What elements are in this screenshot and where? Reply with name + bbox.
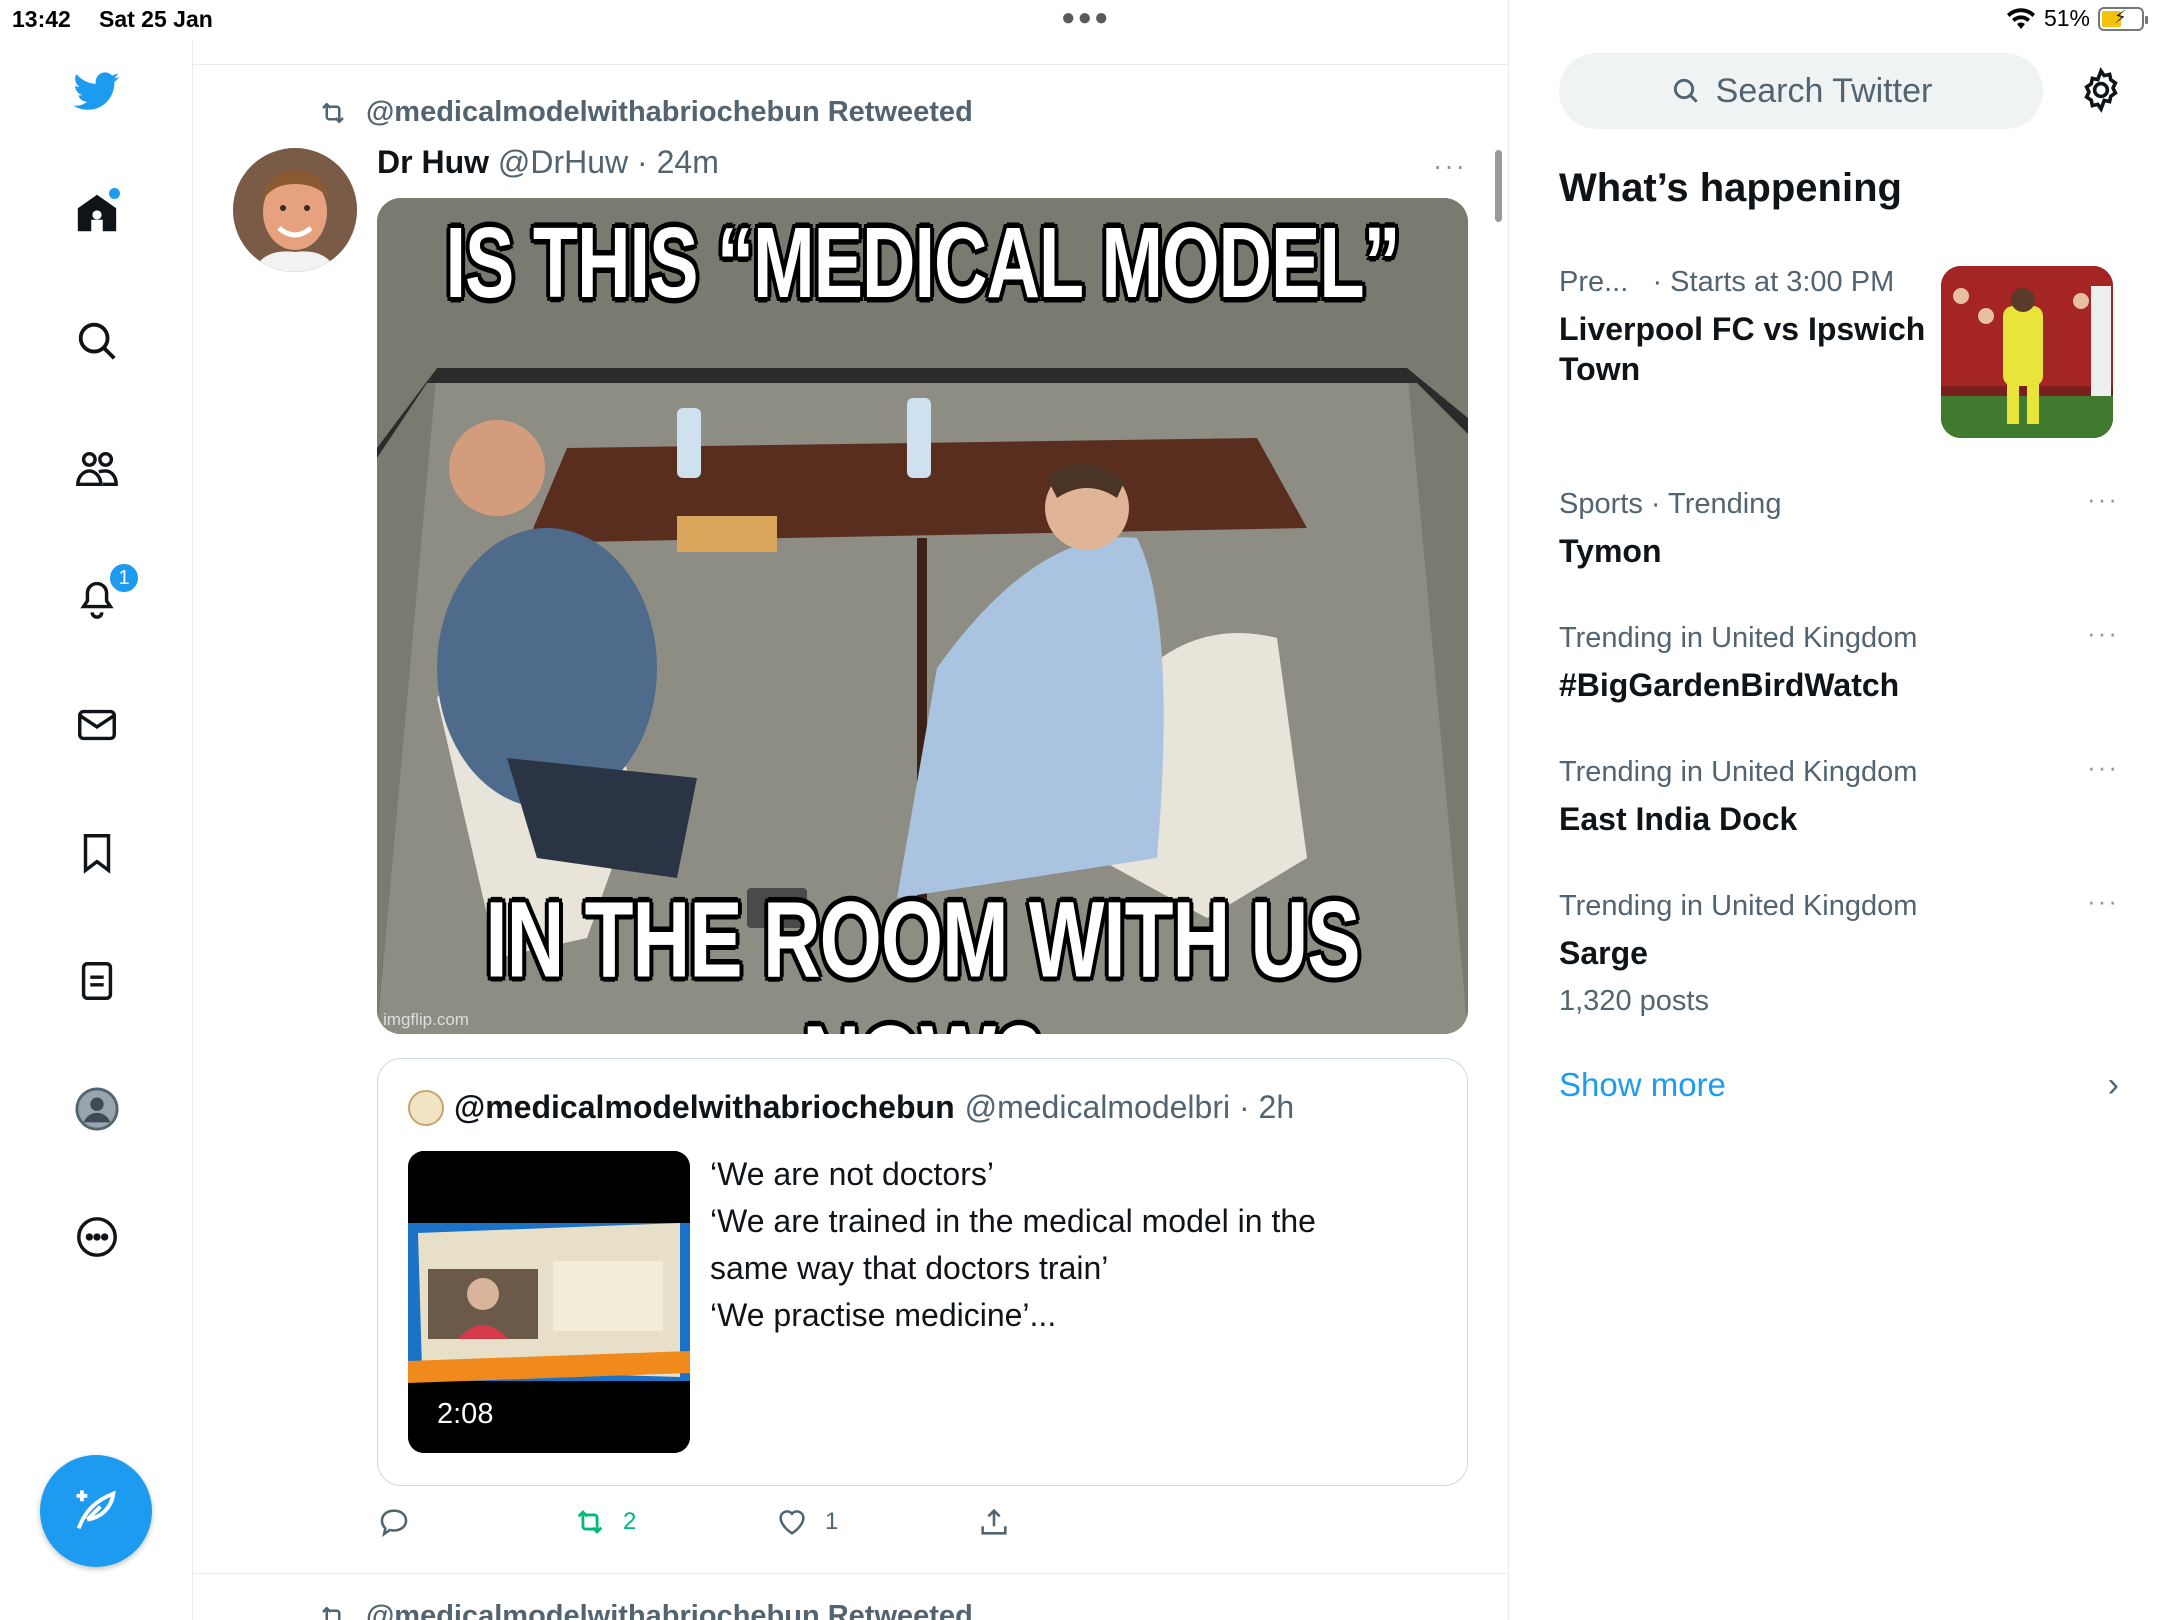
trend-meta: Pre... · Starts at 3:00 PM [1559, 266, 1895, 298]
next-retweet-context[interactable]: @medicalmodelwithabriochebun Retweeted [316, 1600, 973, 1620]
reply-button[interactable] [377, 1505, 411, 1539]
tweet-actions: 2 1 [377, 1505, 1468, 1549]
twitter-logo-icon[interactable] [66, 60, 128, 122]
quoted-text-line: ‘We are not doctors’ [710, 1156, 994, 1192]
more-options-icon[interactable] [66, 1206, 128, 1268]
trend-more-icon[interactable]: ··· [2087, 618, 2119, 649]
show-more-label: Show more [1559, 1066, 1726, 1103]
search-icon [1673, 78, 1698, 103]
retweet-icon [322, 101, 344, 124]
profile-avatar-icon[interactable] [66, 1078, 128, 1140]
tweet-time[interactable]: · 24m [637, 144, 719, 180]
communities-icon[interactable] [66, 438, 128, 500]
quoted-text-line: same way that doctors train’ [710, 1250, 1109, 1286]
meme-bottom-caption: IN THE ROOM WITH US NOW? [485, 879, 1360, 1034]
heart-icon [779, 1510, 805, 1535]
next-retweeted-by-text: @medicalmodelwithabriochebun Retweeted [366, 1600, 973, 1620]
scrollbar-thumb[interactable] [1495, 150, 1502, 222]
lists-icon[interactable] [66, 950, 128, 1012]
quoted-author-name: @medicalmodelwithabriochebun [454, 1089, 955, 1125]
like-count: 1 [825, 1508, 839, 1535]
author-name[interactable]: Dr Huw [377, 144, 489, 180]
trend-meta: Trending in United Kingdom [1559, 756, 1918, 788]
trend-post-count: 1,320 posts [1559, 985, 1709, 1017]
trend-item[interactable]: Trending in United Kingdom Sarge 1,320 p… [1559, 886, 2119, 1018]
trend-title: Liverpool FC vs Ipswich Town [1559, 311, 1926, 387]
retweet-count: 2 [623, 1508, 637, 1535]
trend-title: Tymon [1559, 533, 1662, 569]
quoted-text-line: ‘We are trained in the medical model in … [710, 1203, 1316, 1239]
whats-happening-heading: What’s happening [1559, 166, 1902, 210]
quoted-text-line: ‘We practise medicine’... [710, 1297, 1057, 1333]
video-duration: 2:08 [437, 1398, 494, 1430]
retweeted-by-text: @medicalmodelwithabriochebun Retweeted [366, 96, 973, 128]
notifications-bell-icon[interactable]: 1 [66, 562, 140, 628]
show-more-link[interactable]: Show more › [1559, 1066, 2119, 1104]
trend-more-icon[interactable]: ··· [2087, 752, 2119, 783]
tweet-header: Dr Huw @DrHuw · 24m [377, 144, 719, 181]
quoted-video-thumbnail[interactable]: 2:08 [408, 1151, 690, 1453]
meme-top-caption: IS THIS “MEDICAL MODEL” [445, 206, 1400, 319]
status-time: 13:42 [12, 6, 71, 32]
retweet-icon [322, 1605, 341, 1620]
like-button[interactable]: 1 [775, 1505, 838, 1539]
trend-thumbnail-image[interactable] [1941, 266, 2113, 438]
search-placeholder: Search Twitter [1715, 71, 1933, 110]
retweet-icon [577, 1510, 603, 1534]
quoted-author-handle: @medicalmodelbri · 2h [964, 1089, 1295, 1125]
right-sidebar: Search Twitter What’s happening Pre... ·… [1509, 0, 2160, 1620]
bookmark-icon[interactable] [66, 822, 128, 884]
trend-title: East India Dock [1559, 801, 1798, 837]
settings-gear-icon[interactable] [2077, 66, 2125, 114]
trend-meta: Sports · Trending [1559, 488, 1782, 520]
trend-title: Sarge [1559, 935, 1648, 971]
home-unread-dot [109, 188, 120, 199]
left-nav: 1 [0, 40, 193, 1620]
author-avatar[interactable] [233, 148, 357, 272]
trend-item[interactable]: Trending in United Kingdom East India Do… [1559, 752, 2119, 839]
tweet-media-image[interactable]: IS THIS “MEDICAL MODEL” IN THE ROOM WITH… [377, 198, 1468, 1034]
quoted-tweet-text: ‘We are not doctors’ ‘We are trained in … [710, 1151, 1410, 1339]
author-handle[interactable]: @DrHuw [498, 144, 628, 180]
trend-more-icon[interactable]: ··· [2087, 886, 2119, 917]
quoted-tweet[interactable]: @medicalmodelwithabriochebun @medicalmod… [377, 1058, 1468, 1486]
messages-mail-icon[interactable] [66, 694, 128, 756]
quoted-tweet-header: @medicalmodelwithabriochebun @medicalmod… [408, 1089, 1294, 1126]
trend-item[interactable]: Sports · Trending Tymon ··· [1559, 484, 2119, 571]
trend-meta: Trending in United Kingdom [1559, 890, 1918, 922]
compose-tweet-button[interactable] [40, 1455, 152, 1567]
tweet-more-icon[interactable]: ··· [1433, 150, 1467, 182]
quoted-author-avatar [408, 1089, 444, 1126]
timeline: @medicalmodelwithabriochebun Retweeted D… [193, 0, 1509, 1620]
trend-more-icon[interactable]: ··· [2087, 484, 2119, 515]
trend-title: #BigGardenBirdWatch [1559, 667, 1900, 703]
trend-item[interactable]: Pre... · Starts at 3:00 PM Liverpool FC … [1559, 266, 1939, 389]
share-button[interactable] [977, 1505, 1011, 1539]
retweet-context[interactable]: @medicalmodelwithabriochebun Retweeted [316, 96, 973, 129]
feather-plus-icon [76, 1490, 116, 1530]
trend-item[interactable]: Trending in United Kingdom #BigGardenBir… [1559, 618, 2119, 705]
retweet-button[interactable]: 2 [573, 1505, 636, 1539]
search-input[interactable]: Search Twitter [1559, 53, 2043, 129]
trend-meta: Trending in United Kingdom [1559, 622, 1918, 654]
meme-watermark: imgflip.com [383, 1010, 469, 1029]
reply-icon [380, 1509, 408, 1537]
notifications-badge: 1 [108, 562, 140, 594]
search-icon[interactable] [66, 310, 128, 372]
chevron-right-icon: › [2107, 1066, 2119, 1104]
home-icon[interactable] [66, 182, 128, 244]
share-icon [981, 1508, 1007, 1535]
